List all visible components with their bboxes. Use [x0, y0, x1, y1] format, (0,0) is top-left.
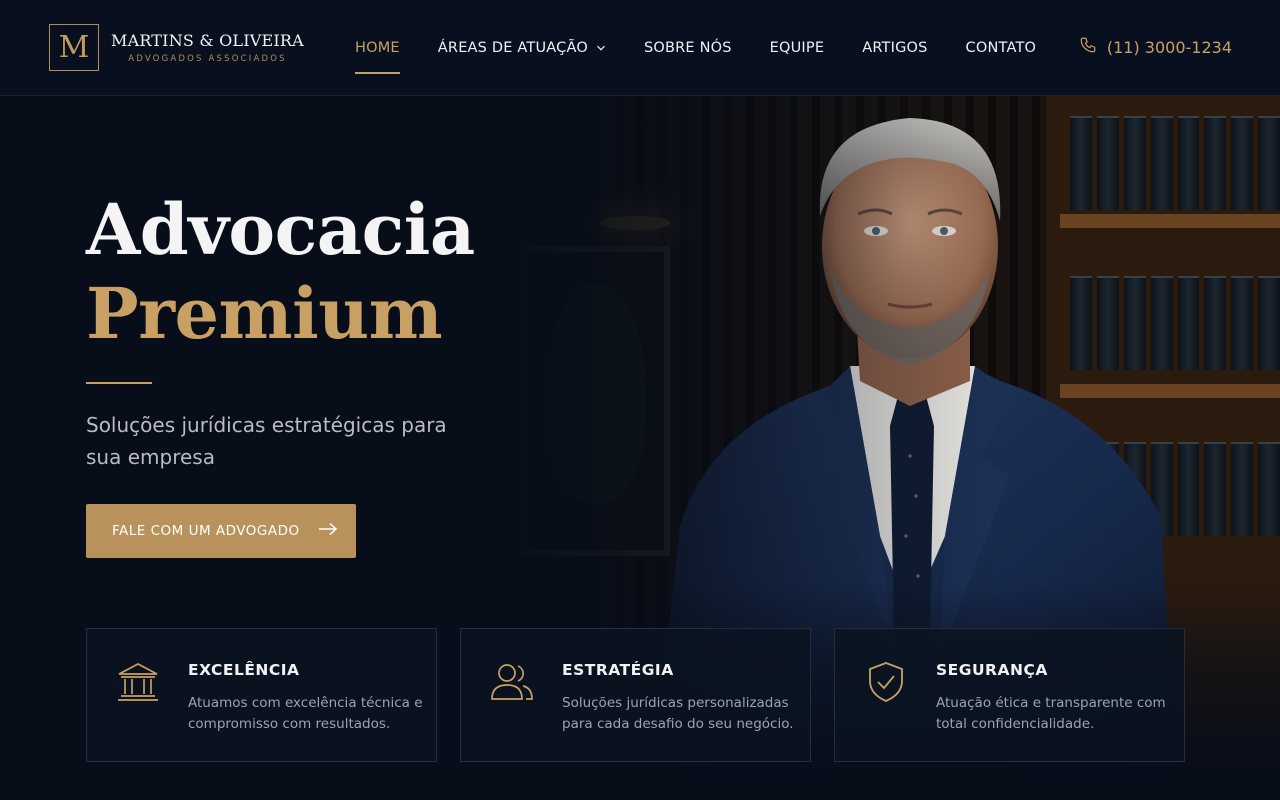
nav-item-label: ÁREAS DE ATUAÇÃO [437, 39, 588, 56]
nav-item-label: SOBRE NÓS [643, 39, 732, 56]
nav-item-label: HOME [355, 39, 400, 56]
feature-title: EXCELÊNCIA [188, 661, 300, 679]
feature-card-excelencia: EXCELÊNCIA Atuamos com excelência técnic… [86, 628, 437, 762]
hero-divider [86, 382, 152, 384]
feature-text: Atuação ética e transparente com total c… [936, 695, 1166, 732]
cta-label: FALE COM UM ADVOGADO [112, 523, 300, 539]
shield-check-icon [863, 659, 909, 705]
logo-monogram: M [49, 24, 99, 71]
hero-section: Advocacia Premium Soluções jurídicas est… [0, 96, 1280, 800]
brand-name: MARTINS & OLIVEIRA [111, 31, 304, 50]
hero-subtitle: Soluções jurídicas estratégicas para sua… [86, 413, 447, 469]
feature-text: Soluções jurídicas personalizadas para c… [562, 695, 794, 732]
arrow-right-icon [300, 522, 338, 540]
active-indicator [355, 72, 400, 74]
users-icon [489, 659, 535, 705]
brand-logo[interactable]: M MARTINS & OLIVEIRA ADVOGADOS ASSOCIADO… [49, 24, 304, 71]
chevron-down-icon [596, 43, 606, 53]
nav-item-equipe[interactable]: EQUIPE [770, 0, 825, 95]
courthouse-icon [115, 659, 161, 705]
site-header: M MARTINS & OLIVEIRA ADVOGADOS ASSOCIADO… [0, 0, 1280, 96]
contact-lawyer-button[interactable]: FALE COM UM ADVOGADO [86, 504, 356, 558]
nav-item-sobre[interactable]: SOBRE NÓS [644, 0, 732, 95]
brand-tagline: ADVOGADOS ASSOCIADOS [128, 54, 287, 64]
nav-item-home[interactable]: HOME [355, 0, 400, 95]
hero-title-accent: Premium [86, 272, 443, 355]
phone-link[interactable]: (11) 3000-1234 [1079, 36, 1232, 58]
nav-item-artigos[interactable]: ARTIGOS [862, 0, 927, 95]
feature-card-estrategia: ESTRATÉGIA Soluções jurídicas personaliz… [460, 628, 811, 762]
phone-number: (11) 3000-1234 [1106, 37, 1232, 57]
feature-card-seguranca: SEGURANÇA Atuação ética e transparente c… [834, 628, 1185, 762]
main-nav: HOME ÁREAS DE ATUAÇÃO SOBRE NÓS EQUIPE A… [355, 0, 1036, 95]
phone-icon [1079, 36, 1107, 58]
hero-title: Advocacia [86, 188, 475, 271]
nav-item-label: CONTATO [965, 39, 1037, 56]
feature-text: Atuamos com excelência técnica e comprom… [188, 695, 423, 732]
feature-title: SEGURANÇA [936, 661, 1048, 679]
nav-item-label: EQUIPE [769, 39, 825, 56]
nav-item-label: ARTIGOS [862, 39, 928, 56]
logo-text: MARTINS & OLIVEIRA ADVOGADOS ASSOCIADOS [111, 31, 304, 64]
nav-item-areas[interactable]: ÁREAS DE ATUAÇÃO [438, 0, 606, 95]
nav-item-contato[interactable]: CONTATO [966, 0, 1037, 95]
feature-title: ESTRATÉGIA [562, 661, 674, 679]
